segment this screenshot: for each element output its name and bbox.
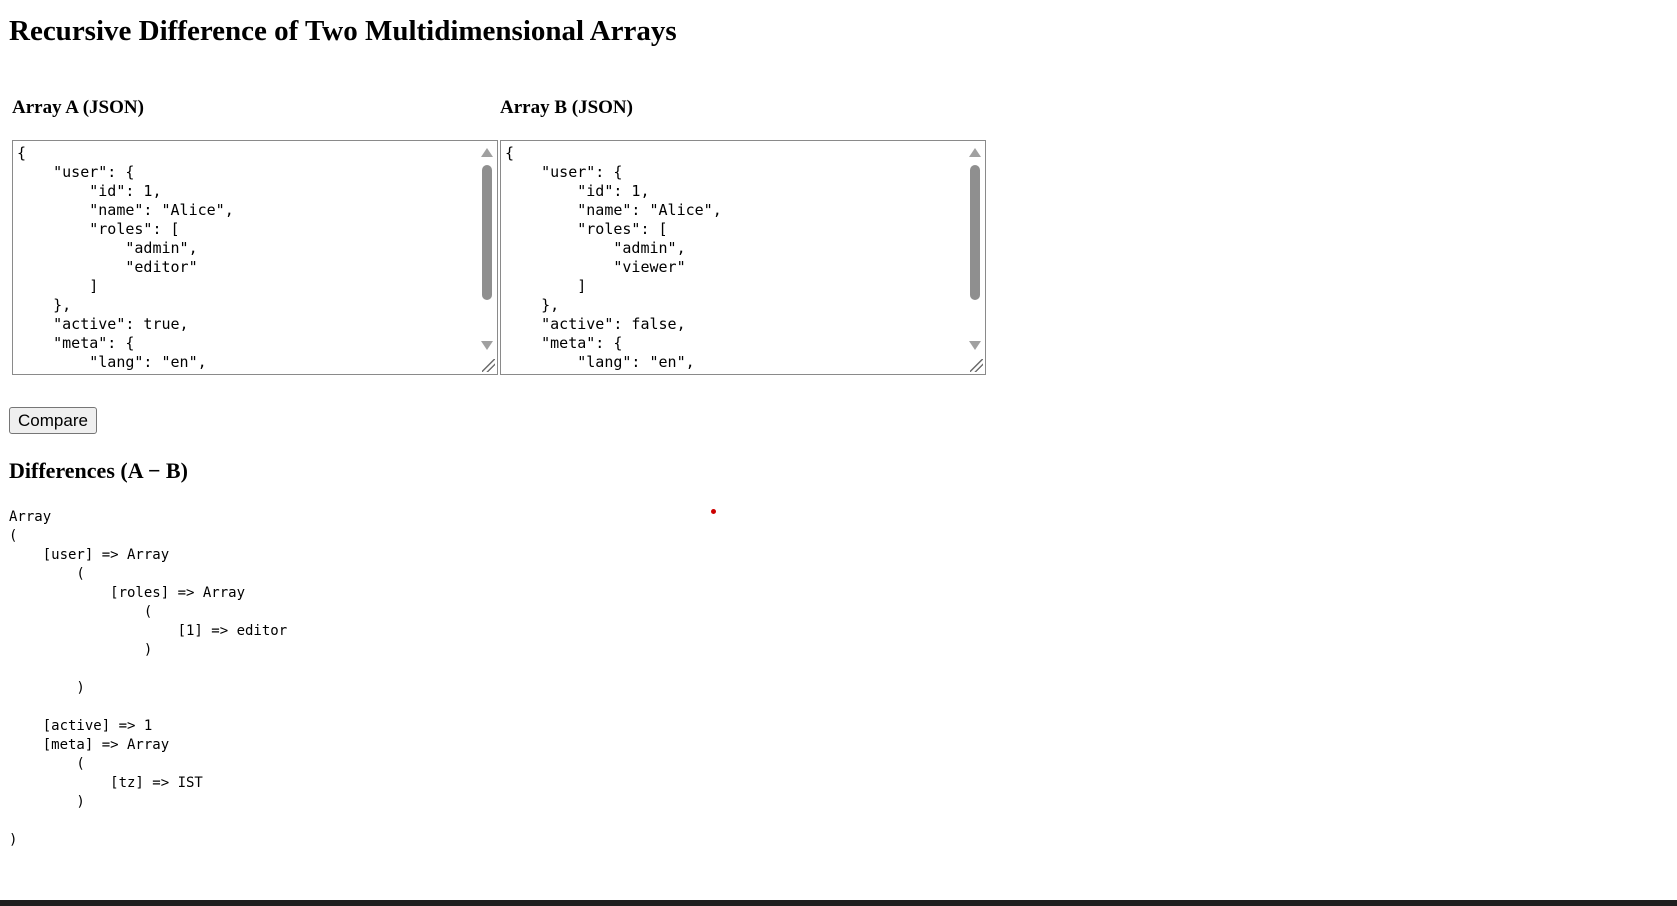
array-b-label: Array B (JSON) [500,97,633,118]
array-a-json-text[interactable]: { "user": { "id": 1, "name": "Alice", "r… [17,144,477,374]
array-a-label: Array A (JSON) [12,97,144,118]
differences-output: Array ( [user] => Array ( [roles] => Arr… [9,509,288,848]
array-a-textarea[interactable]: { "user": { "id": 1, "name": "Alice", "r… [12,140,498,375]
resize-grip-icon[interactable] [970,359,983,372]
differences-heading: Differences (A − B) [9,458,188,483]
array-a-scrollbar[interactable] [478,141,497,374]
triangle-up-icon[interactable] [969,148,981,157]
scrollbar-thumb[interactable] [482,165,492,300]
array-a-pane: Array A (JSON) { "user": { "id": 1, "nam… [12,96,498,375]
triangle-down-icon[interactable] [969,341,981,350]
array-b-scrollbar[interactable] [966,141,985,374]
compare-button[interactable]: Compare [9,407,97,434]
red-dot-marker [711,509,716,514]
array-b-textarea[interactable]: { "user": { "id": 1, "name": "Alice", "r… [500,140,986,375]
page: Recursive Difference of Two Multidimensi… [0,0,1677,900]
triangle-down-icon[interactable] [481,341,493,350]
bottom-bar [0,900,1677,906]
scrollbar-thumb[interactable] [970,165,980,300]
page-title: Recursive Difference of Two Multidimensi… [9,15,677,47]
triangle-up-icon[interactable] [481,148,493,157]
array-b-json-text[interactable]: { "user": { "id": 1, "name": "Alice", "r… [505,144,965,374]
resize-grip-icon[interactable] [482,359,495,372]
array-b-pane: Array B (JSON) { "user": { "id": 1, "nam… [500,96,986,375]
